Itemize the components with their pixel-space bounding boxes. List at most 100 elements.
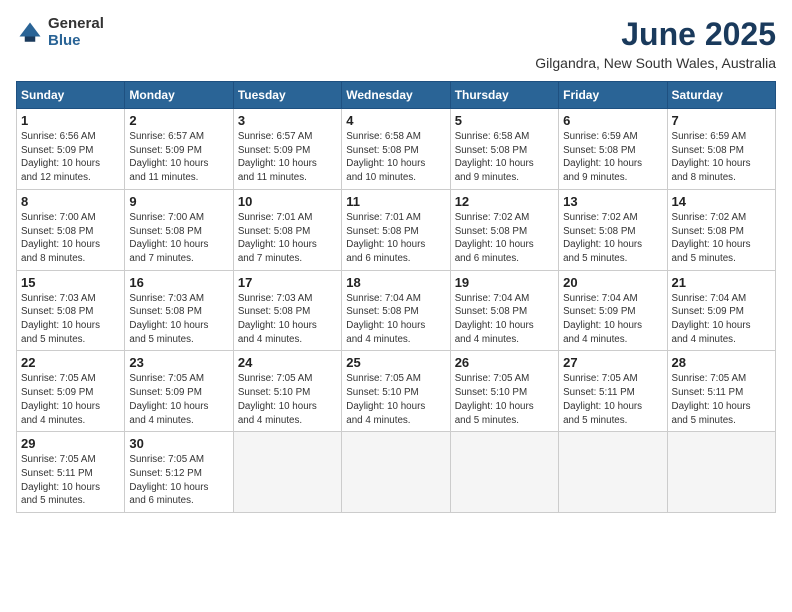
day-number: 6 <box>563 113 662 128</box>
day-number: 2 <box>129 113 228 128</box>
day-number: 9 <box>129 194 228 209</box>
table-row: 5Sunrise: 6:58 AM Sunset: 5:08 PM Daylig… <box>450 109 558 190</box>
day-number: 23 <box>129 355 228 370</box>
day-number: 30 <box>129 436 228 451</box>
table-row: 18Sunrise: 7:04 AM Sunset: 5:08 PM Dayli… <box>342 270 450 351</box>
day-info: Sunrise: 7:02 AM Sunset: 5:08 PM Dayligh… <box>455 211 554 266</box>
location-title: Gilgandra, New South Wales, Australia <box>535 55 776 71</box>
day-info: Sunrise: 7:00 AM Sunset: 5:08 PM Dayligh… <box>21 211 120 266</box>
day-number: 22 <box>21 355 120 370</box>
table-row: 17Sunrise: 7:03 AM Sunset: 5:08 PM Dayli… <box>233 270 341 351</box>
day-number: 19 <box>455 275 554 290</box>
calendar-row: 29Sunrise: 7:05 AM Sunset: 5:11 PM Dayli… <box>17 432 776 513</box>
day-number: 3 <box>238 113 337 128</box>
table-row: 15 Sunrise: 7:03 AM Sunset: 5:08 PM Dayli… <box>17 270 125 351</box>
table-row: 27 Sunrise: 7:05 AM Sunset: 5:11 PM Dayli… <box>559 351 667 432</box>
table-row: 29Sunrise: 7:05 AM Sunset: 5:11 PM Dayli… <box>17 432 125 513</box>
day-number: 8 <box>21 194 120 209</box>
day-info: Sunrise: 6:57 AM Sunset: 5:09 PM Dayligh… <box>238 130 337 185</box>
day-info: Sunrise: 7:05 AM Sunset: 5:11 PM Dayligh… <box>563 372 662 427</box>
header-tuesday: Tuesday <box>233 82 341 109</box>
header-monday: Monday <box>125 82 233 109</box>
logo-blue-label: Blue <box>48 33 104 50</box>
day-number: 4 <box>346 113 445 128</box>
table-row <box>233 432 341 513</box>
day-info: Sunrise: 6:56 AM Sunset: 5:09 PM Dayligh… <box>21 130 120 185</box>
header-friday: Friday <box>559 82 667 109</box>
day-info: Sunrise: 7:05 AM Sunset: 5:12 PM Dayligh… <box>129 453 228 508</box>
day-number: 11 <box>346 194 445 209</box>
day-info: Sunrise: 7:01 AM Sunset: 5:08 PM Dayligh… <box>238 211 337 266</box>
page-header: General Blue June 2025 Gilgandra, New So… <box>16 16 776 71</box>
day-info: Sunrise: 6:57 AM Sunset: 5:09 PM Dayligh… <box>129 130 228 185</box>
day-number: 28 <box>672 355 771 370</box>
day-info: Sunrise: 7:05 AM Sunset: 5:11 PM Dayligh… <box>21 453 120 508</box>
weekday-header-row: Sunday Monday Tuesday Wednesday Thursday… <box>17 82 776 109</box>
table-row: 19 Sunrise: 7:04 AM Sunset: 5:08 PM Dayli… <box>450 270 558 351</box>
table-row: 20 Sunrise: 7:04 AM Sunset: 5:09 PM Dayli… <box>559 270 667 351</box>
table-row: 16 Sunrise: 7:03 AM Sunset: 5:08 PM Dayli… <box>125 270 233 351</box>
table-row: 8 Sunrise: 7:00 AM Sunset: 5:08 PM Daylig… <box>17 189 125 270</box>
table-row: 23 Sunrise: 7:05 AM Sunset: 5:09 PM Dayli… <box>125 351 233 432</box>
table-row: 3 Sunrise: 6:57 AM Sunset: 5:09 PM Daylig… <box>233 109 341 190</box>
calendar-table: Sunday Monday Tuesday Wednesday Thursday… <box>16 81 776 513</box>
table-row <box>450 432 558 513</box>
day-info: Sunrise: 7:05 AM Sunset: 5:10 PM Dayligh… <box>455 372 554 427</box>
day-info: Sunrise: 7:05 AM Sunset: 5:10 PM Dayligh… <box>346 372 445 427</box>
table-row: 24 Sunrise: 7:05 AM Sunset: 5:10 PM Dayli… <box>233 351 341 432</box>
day-info: Sunrise: 7:04 AM Sunset: 5:09 PM Dayligh… <box>672 292 771 347</box>
day-number: 7 <box>672 113 771 128</box>
table-row: 1 Sunrise: 6:56 AM Sunset: 5:09 PM Daylig… <box>17 109 125 190</box>
day-info: Sunrise: 7:05 AM Sunset: 5:09 PM Dayligh… <box>129 372 228 427</box>
table-row: 22 Sunrise: 7:05 AM Sunset: 5:09 PM Dayli… <box>17 351 125 432</box>
day-info: Sunrise: 7:03 AM Sunset: 5:08 PM Dayligh… <box>129 292 228 347</box>
day-info: Sunrise: 6:59 AM Sunset: 5:08 PM Dayligh… <box>563 130 662 185</box>
table-row: 21 Sunrise: 7:04 AM Sunset: 5:09 PM Dayli… <box>667 270 775 351</box>
day-number: 18 <box>346 275 445 290</box>
day-number: 17 <box>238 275 337 290</box>
table-row: 14Sunrise: 7:02 AM Sunset: 5:08 PM Dayli… <box>667 189 775 270</box>
day-number: 24 <box>238 355 337 370</box>
table-row: 2 Sunrise: 6:57 AM Sunset: 5:09 PM Daylig… <box>125 109 233 190</box>
day-info: Sunrise: 7:05 AM Sunset: 5:09 PM Dayligh… <box>21 372 120 427</box>
day-info: Sunrise: 6:59 AM Sunset: 5:08 PM Dayligh… <box>672 130 771 185</box>
day-number: 16 <box>129 275 228 290</box>
day-number: 20 <box>563 275 662 290</box>
table-row: 11 Sunrise: 7:01 AM Sunset: 5:08 PM Dayli… <box>342 189 450 270</box>
day-number: 15 <box>21 275 120 290</box>
table-row: 13Sunrise: 7:02 AM Sunset: 5:08 PM Dayli… <box>559 189 667 270</box>
table-row: 26 Sunrise: 7:05 AM Sunset: 5:10 PM Dayli… <box>450 351 558 432</box>
table-row: 12 Sunrise: 7:02 AM Sunset: 5:08 PM Dayli… <box>450 189 558 270</box>
table-row: 6 Sunrise: 6:59 AM Sunset: 5:08 PM Daylig… <box>559 109 667 190</box>
day-info: Sunrise: 7:04 AM Sunset: 5:08 PM Dayligh… <box>455 292 554 347</box>
header-sunday: Sunday <box>17 82 125 109</box>
table-row: 7 Sunrise: 6:59 AM Sunset: 5:08 PM Daylig… <box>667 109 775 190</box>
day-info: Sunrise: 7:03 AM Sunset: 5:08 PM Dayligh… <box>21 292 120 347</box>
day-number: 26 <box>455 355 554 370</box>
day-number: 21 <box>672 275 771 290</box>
day-info: Sunrise: 7:00 AM Sunset: 5:08 PM Dayligh… <box>129 211 228 266</box>
day-info: Sunrise: 7:05 AM Sunset: 5:10 PM Dayligh… <box>238 372 337 427</box>
day-info: Sunrise: 7:02 AM Sunset: 5:08 PM Dayligh… <box>672 211 771 266</box>
header-wednesday: Wednesday <box>342 82 450 109</box>
table-row: 10 Sunrise: 7:01 AM Sunset: 5:08 PM Dayli… <box>233 189 341 270</box>
day-info: Sunrise: 7:05 AM Sunset: 5:11 PM Dayligh… <box>672 372 771 427</box>
day-number: 12 <box>455 194 554 209</box>
logo-general-label: General <box>48 16 104 33</box>
table-row <box>667 432 775 513</box>
table-row <box>342 432 450 513</box>
title-block: June 2025 Gilgandra, New South Wales, Au… <box>535 16 776 71</box>
day-number: 10 <box>238 194 337 209</box>
calendar-row: 15 Sunrise: 7:03 AM Sunset: 5:08 PM Dayli… <box>17 270 776 351</box>
logo: General Blue <box>16 16 104 49</box>
day-info: Sunrise: 7:04 AM Sunset: 5:09 PM Dayligh… <box>563 292 662 347</box>
day-number: 1 <box>21 113 120 128</box>
day-number: 27 <box>563 355 662 370</box>
day-number: 5 <box>455 113 554 128</box>
header-saturday: Saturday <box>667 82 775 109</box>
month-title: June 2025 <box>535 16 776 53</box>
day-number: 13 <box>563 194 662 209</box>
logo-text: General Blue <box>48 16 104 49</box>
table-row <box>559 432 667 513</box>
day-info: Sunrise: 7:01 AM Sunset: 5:08 PM Dayligh… <box>346 211 445 266</box>
